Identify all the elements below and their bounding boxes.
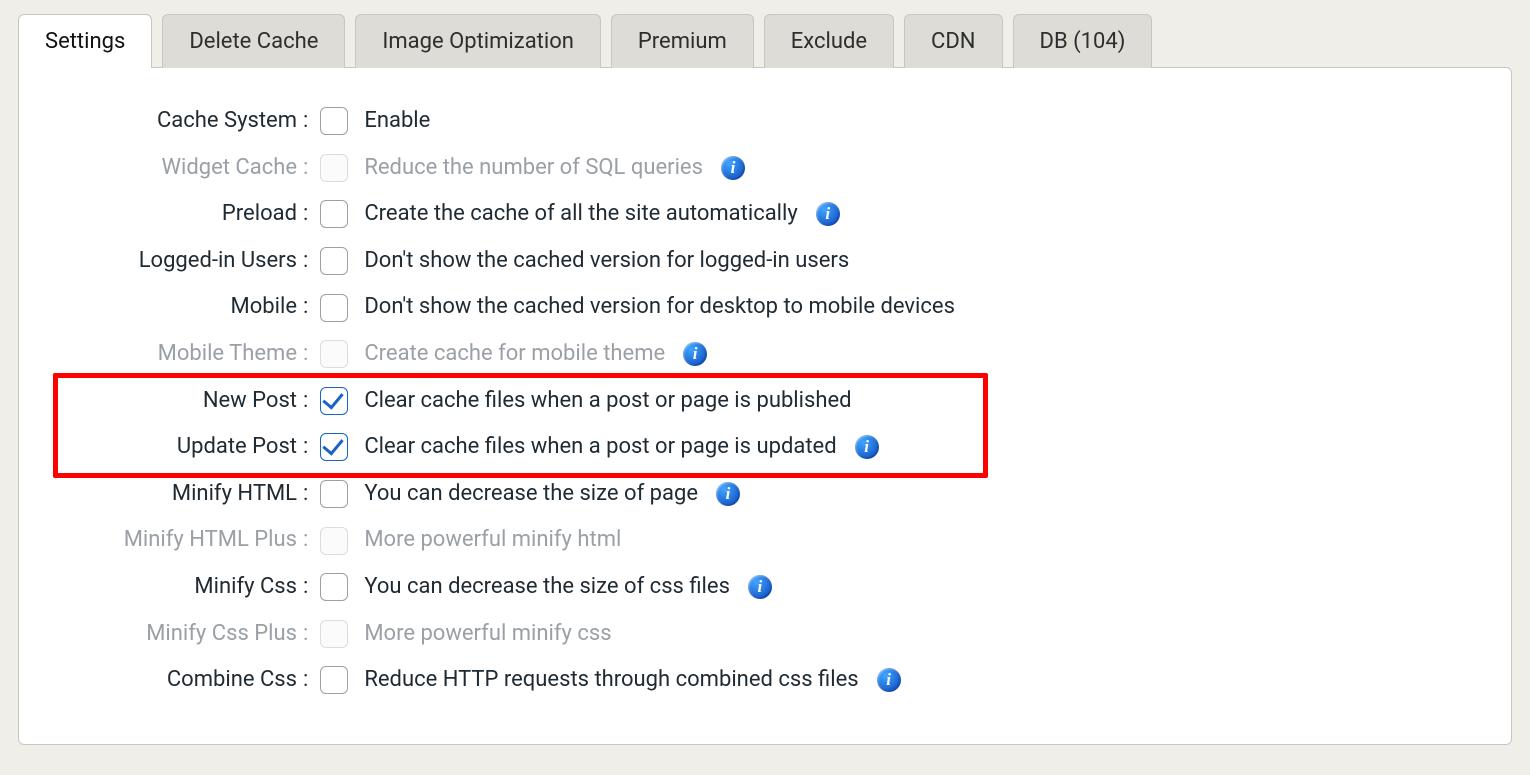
desc-mobile: Don't show the cached version for deskto… — [364, 293, 955, 322]
row-cache-system: Cache System: Enable — [59, 98, 1471, 145]
tab-delete-cache[interactable]: Delete Cache — [162, 14, 345, 68]
colon: : — [297, 573, 320, 602]
label-combine-css: Combine Css — [59, 666, 297, 695]
checkbox-mobile[interactable] — [320, 294, 348, 322]
info-icon[interactable]: i — [855, 435, 879, 459]
colon: : — [297, 480, 320, 509]
label-minify-css-plus: Minify Css Plus — [59, 620, 297, 649]
colon: : — [297, 293, 320, 322]
tab-cdn[interactable]: CDN — [904, 14, 1002, 68]
info-icon[interactable]: i — [683, 342, 707, 366]
label-mobile: Mobile — [59, 293, 297, 322]
tab-image-optimization[interactable]: Image Optimization — [355, 14, 601, 68]
desc-minify-css: You can decrease the size of css files — [364, 573, 730, 602]
label-new-post: New Post — [59, 387, 297, 416]
row-widget-cache: Widget Cache: Reduce the number of SQL qu… — [59, 145, 1471, 192]
label-minify-html-plus: Minify HTML Plus — [59, 526, 297, 555]
colon: : — [297, 247, 320, 276]
checkbox-minify-html[interactable] — [320, 480, 348, 508]
checkbox-minify-html-plus — [320, 527, 348, 555]
tab-db-104-[interactable]: DB (104) — [1013, 14, 1153, 68]
desc-combine-css: Reduce HTTP requests through combined cs… — [364, 666, 858, 695]
checkbox-new-post[interactable] — [320, 387, 348, 415]
tab-premium[interactable]: Premium — [611, 14, 754, 68]
checkbox-widget-cache — [320, 154, 348, 182]
row-minify-html: Minify HTML: You can decrease the size of… — [59, 471, 1471, 518]
label-minify-css: Minify Css — [59, 573, 297, 602]
row-logged-in-users: Logged-in Users: Don't show the cached ve… — [59, 238, 1471, 285]
label-widget-cache: Widget Cache — [59, 154, 297, 183]
colon: : — [297, 526, 320, 555]
desc-logged-in-users: Don't show the cached version for logged… — [364, 247, 849, 276]
label-cache-system: Cache System — [59, 107, 297, 136]
desc-minify-css-plus: More powerful minify css — [364, 620, 611, 649]
desc-minify-html: You can decrease the size of page — [364, 480, 698, 509]
colon: : — [297, 620, 320, 649]
checkbox-preload[interactable] — [320, 200, 348, 228]
checkbox-minify-css-plus — [320, 620, 348, 648]
colon: : — [297, 666, 320, 695]
checkbox-update-post[interactable] — [320, 433, 348, 461]
colon: : — [297, 387, 320, 416]
checkbox-combine-css[interactable] — [320, 666, 348, 694]
row-mobile: Mobile: Don't show the cached version for… — [59, 284, 1471, 331]
row-new-post: New Post: Clear cache files when a post o… — [59, 378, 1471, 425]
colon: : — [297, 200, 320, 229]
checkbox-logged-in-users[interactable] — [320, 247, 348, 275]
page-root: SettingsDelete CacheImage OptimizationPr… — [0, 0, 1530, 775]
desc-minify-html-plus: More powerful minify html — [364, 526, 621, 555]
colon: : — [297, 154, 320, 183]
colon: : — [297, 433, 320, 462]
label-update-post: Update Post — [59, 433, 297, 462]
checkbox-minify-css[interactable] — [320, 573, 348, 601]
desc-cache-system: Enable — [364, 107, 430, 136]
label-minify-html: Minify HTML — [59, 480, 297, 509]
colon: : — [297, 340, 320, 369]
tabs-bar: SettingsDelete CacheImage OptimizationPr… — [18, 14, 1512, 68]
row-minify-css-plus: Minify Css Plus: More powerful minify css — [59, 611, 1471, 658]
label-preload: Preload — [59, 200, 297, 229]
row-minify-html-plus: Minify HTML Plus: More powerful minify ht… — [59, 517, 1471, 564]
checkbox-mobile-theme — [320, 340, 348, 368]
colon: : — [297, 107, 320, 136]
row-update-post: Update Post: Clear cache files when a pos… — [59, 424, 1471, 471]
label-logged-in-users: Logged-in Users — [59, 247, 297, 276]
desc-update-post: Clear cache files when a post or page is… — [364, 433, 836, 462]
label-mobile-theme: Mobile Theme — [59, 340, 297, 369]
row-minify-css: Minify Css: You can decrease the size of … — [59, 564, 1471, 611]
info-icon[interactable]: i — [877, 668, 901, 692]
desc-widget-cache: Reduce the number of SQL queries — [364, 154, 703, 183]
checkbox-cache-system[interactable] — [320, 107, 348, 135]
row-combine-css: Combine Css: Reduce HTTP requests through… — [59, 657, 1471, 704]
desc-preload: Create the cache of all the site automat… — [364, 200, 797, 229]
tab-settings[interactable]: Settings — [18, 14, 152, 68]
settings-panel: Cache System: Enable Widget Cache: Reduce t… — [18, 67, 1512, 745]
desc-mobile-theme: Create cache for mobile theme — [364, 340, 665, 369]
info-icon[interactable]: i — [816, 202, 840, 226]
info-icon[interactable]: i — [721, 156, 745, 180]
row-preload: Preload: Create the cache of all the site… — [59, 191, 1471, 238]
info-icon[interactable]: i — [748, 575, 772, 599]
desc-new-post: Clear cache files when a post or page is… — [364, 387, 851, 416]
row-mobile-theme: Mobile Theme: Create cache for mobile the… — [59, 331, 1471, 378]
info-icon[interactable]: i — [716, 482, 740, 506]
tab-exclude[interactable]: Exclude — [764, 14, 894, 68]
